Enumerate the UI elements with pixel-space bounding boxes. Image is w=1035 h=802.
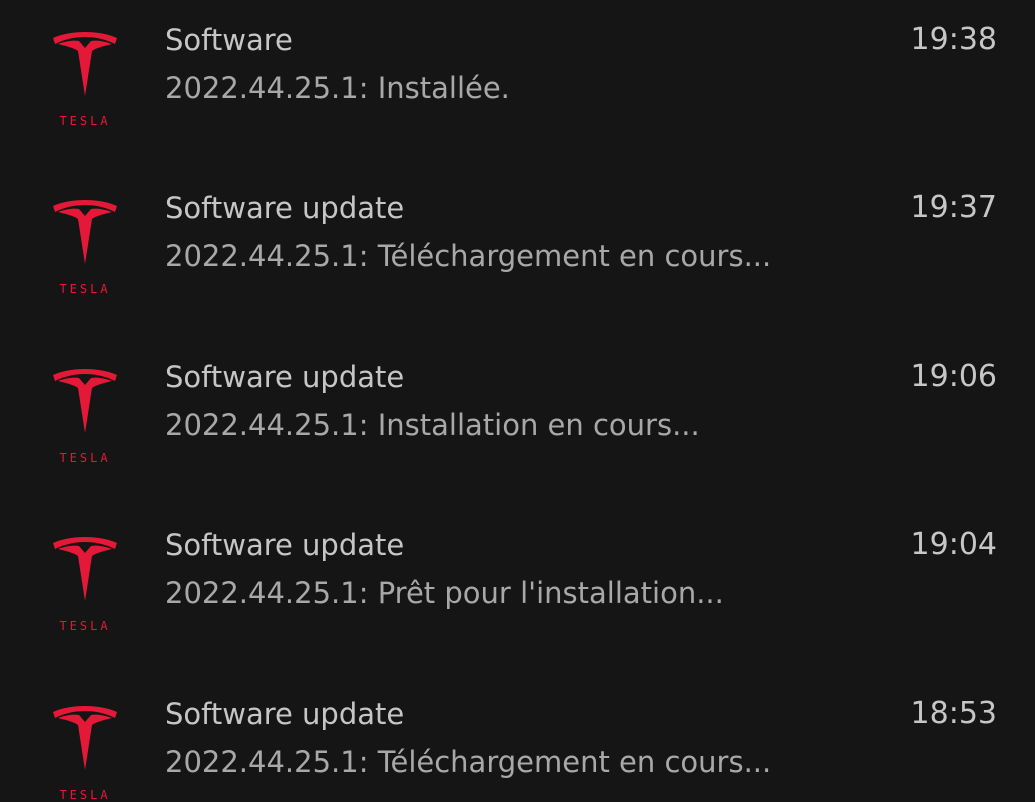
notification-time: 19:04 xyxy=(910,527,997,562)
tesla-logo-icon: TESLA xyxy=(46,533,124,633)
notification-title: Software update xyxy=(165,191,405,225)
notification-item[interactable]: TESLA Software 2022.44.25.1: Installée. … xyxy=(0,0,1035,168)
notification-body: 2022.44.25.1: Installation en cours... xyxy=(165,408,700,442)
notification-time: 19:37 xyxy=(910,190,997,225)
notification-time: 18:53 xyxy=(910,696,997,731)
notification-time: 19:38 xyxy=(910,22,997,57)
tesla-logo-icon: TESLA xyxy=(46,365,124,465)
tesla-logo-icon: TESLA xyxy=(46,196,124,296)
notification-title: Software update xyxy=(165,697,405,731)
notification-item[interactable]: TESLA Software update 2022.44.25.1: Télé… xyxy=(0,674,1035,802)
notification-title: Software xyxy=(165,23,293,57)
tesla-logo-icon: TESLA xyxy=(46,28,124,128)
notification-list: TESLA Software 2022.44.25.1: Installée. … xyxy=(0,0,1035,802)
tesla-wordmark: TESLA xyxy=(59,619,110,633)
notification-title: Software update xyxy=(165,528,405,562)
notification-title: Software update xyxy=(165,360,405,394)
notification-item[interactable]: TESLA Software update 2022.44.25.1: Inst… xyxy=(0,337,1035,505)
notification-body: 2022.44.25.1: Téléchargement en cours... xyxy=(165,239,772,273)
tesla-wordmark: TESLA xyxy=(59,282,110,296)
tesla-wordmark: TESLA xyxy=(59,114,110,128)
notification-item[interactable]: TESLA Software update 2022.44.25.1: Télé… xyxy=(0,168,1035,336)
tesla-wordmark: TESLA xyxy=(59,451,110,465)
notification-time: 19:06 xyxy=(910,359,997,394)
notification-body: 2022.44.25.1: Prêt pour l'installation..… xyxy=(165,576,724,610)
notification-body: 2022.44.25.1: Installée. xyxy=(165,71,510,105)
notification-item[interactable]: TESLA Software update 2022.44.25.1: Prêt… xyxy=(0,505,1035,673)
notification-body: 2022.44.25.1: Téléchargement en cours... xyxy=(165,745,772,779)
tesla-logo-icon: TESLA xyxy=(46,702,124,802)
